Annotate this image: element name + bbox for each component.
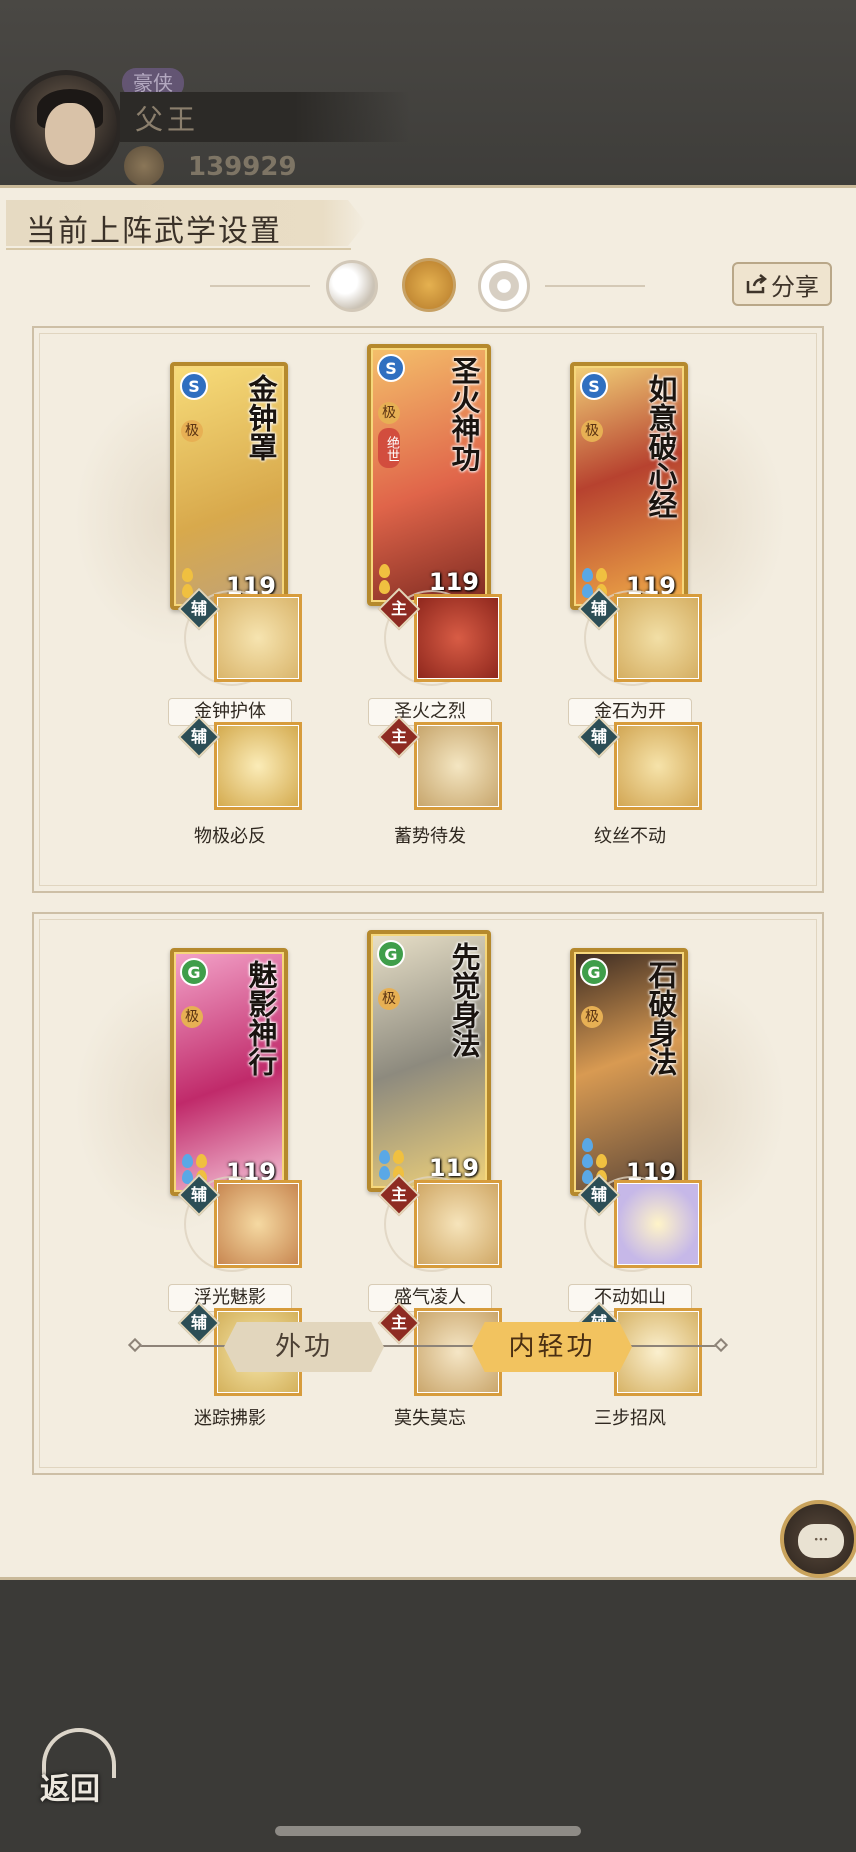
moon-mode-icon[interactable]	[326, 260, 378, 312]
tab-inner-skill[interactable]: 内轻功	[472, 1322, 632, 1372]
skill-slot[interactable]: 主	[377, 1173, 522, 1280]
orb-divider-right	[545, 285, 645, 287]
skill-label: 纹丝不动	[594, 826, 666, 847]
skill-icon	[614, 594, 702, 682]
skill-slot[interactable]: 辅	[177, 587, 322, 694]
loadout-section-1: S 极 金钟罩 119 S 极 绝世 圣火神功 119 S 极 如意破心经 11…	[32, 326, 824, 893]
grade-badge: 极	[378, 988, 400, 1010]
home-indicator[interactable]	[275, 1826, 581, 1836]
sun-mode-icon[interactable]	[402, 258, 456, 312]
skill-label: 莫失莫忘	[394, 1408, 466, 1429]
school-icon: S	[580, 372, 608, 400]
grade-badge: 极	[181, 1006, 203, 1028]
ring-mode-icon[interactable]	[478, 260, 530, 312]
rarity-badge: 绝世	[378, 428, 400, 468]
skill-icon	[214, 722, 302, 810]
skill-slot[interactable]: 辅	[577, 1173, 722, 1280]
skill-slot[interactable]: 辅	[577, 715, 722, 822]
back-label: 返回	[40, 1772, 100, 1807]
martial-card[interactable]: S 极 如意破心经 119	[570, 362, 688, 610]
power-icon	[124, 146, 164, 186]
chat-button[interactable]: ···	[780, 1500, 856, 1578]
skill-slot[interactable]: 主	[377, 587, 522, 694]
skill-icon	[614, 1180, 702, 1268]
martial-card[interactable]: G 极 先觉身法 119	[367, 930, 491, 1192]
school-icon: G	[580, 958, 608, 986]
skill-label: 迷踪拂影	[194, 1408, 266, 1429]
share-button[interactable]: 分享	[732, 262, 832, 306]
page-title: 当前上阵武学设置	[26, 214, 282, 249]
grade-badge: 极	[181, 420, 203, 442]
card-name: 石破身法	[644, 960, 678, 1076]
tab-outer-skill[interactable]: 外功	[224, 1322, 384, 1372]
player-avatar[interactable]	[10, 70, 122, 182]
skill-label: 蓄势待发	[394, 826, 466, 847]
martial-card[interactable]: S 极 绝世 圣火神功 119	[367, 344, 491, 606]
skill-icon	[214, 1180, 302, 1268]
school-icon: S	[377, 354, 405, 382]
loadout-section-2: G 极 魅影神行 119 G 极 先觉身法 119 G 极 石破身法 119 辅…	[32, 912, 824, 1475]
skill-slot[interactable]: 辅	[177, 1173, 322, 1280]
grade-badge: 极	[581, 420, 603, 442]
martial-card[interactable]: G 极 石破身法 119	[570, 948, 688, 1196]
skill-slot[interactable]: 辅	[177, 715, 322, 822]
back-button[interactable]: 返回	[36, 1720, 126, 1810]
orb-divider-left	[210, 285, 310, 287]
share-label: 分享	[771, 272, 819, 301]
avatar-face	[45, 103, 95, 165]
tab-inner-label: 内轻功	[508, 1332, 596, 1362]
chat-bubble-icon: ···	[798, 1524, 844, 1558]
skill-icon	[414, 722, 502, 810]
card-name: 如意破心经	[644, 374, 678, 519]
share-icon	[746, 274, 767, 294]
card-name: 魅影神行	[244, 960, 278, 1076]
card-name: 圣火神功	[447, 356, 481, 472]
grade-badge: 极	[378, 402, 400, 424]
school-icon: G	[180, 958, 208, 986]
card-name: 先觉身法	[447, 942, 481, 1058]
school-icon: G	[377, 940, 405, 968]
skill-label: 三步招风	[594, 1408, 666, 1429]
skill-slot[interactable]: 主	[377, 715, 522, 822]
player-name: 父王	[135, 103, 200, 136]
skill-icon	[614, 722, 702, 810]
school-icon: S	[180, 372, 208, 400]
skill-icon	[414, 594, 502, 682]
tab-outer-label: 外功	[274, 1332, 333, 1362]
skill-icon	[414, 1180, 502, 1268]
martial-card[interactable]: G 极 魅影神行 119	[170, 948, 288, 1196]
skill-slot[interactable]: 辅	[577, 587, 722, 694]
power-value: 139929	[188, 152, 297, 182]
skill-icon	[214, 594, 302, 682]
card-name: 金钟罩	[244, 374, 278, 461]
martial-card[interactable]: S 极 金钟罩 119	[170, 362, 288, 610]
loadout-panel: 当前上阵武学设置 分享 S 极 金钟罩 119 S 极 绝世 圣火神功 119 …	[0, 185, 856, 1580]
skill-label: 物极必反	[194, 826, 266, 847]
grade-badge: 极	[581, 1006, 603, 1028]
